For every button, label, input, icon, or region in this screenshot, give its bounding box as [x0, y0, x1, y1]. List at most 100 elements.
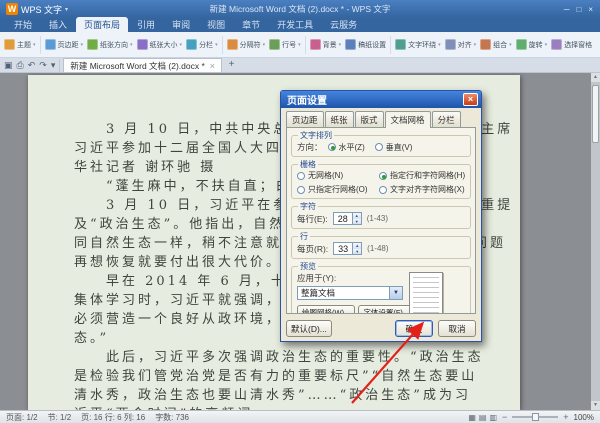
- minimize-icon[interactable]: ─: [564, 5, 570, 14]
- spin-down-icon[interactable]: ▼: [353, 219, 361, 225]
- ribbon-button-label: 主题: [17, 40, 31, 50]
- tab-开发工具[interactable]: 开发工具: [269, 17, 321, 32]
- chars-group: 字符 每行(E): 28 ▲ ▼ (1-43): [291, 206, 471, 229]
- font-settings-button[interactable]: 字体设置(F)...: [358, 305, 414, 314]
- apply-to-select[interactable]: 整篇文档 ▼: [297, 286, 403, 300]
- tab-页面布局[interactable]: 页面布局: [76, 17, 128, 32]
- dialog-tab-分栏[interactable]: 分栏: [432, 111, 461, 127]
- scrollbar-thumb[interactable]: [592, 85, 599, 143]
- chars-per-line-label: 每行(E):: [297, 213, 328, 225]
- dialog-titlebar[interactable]: 页面设置 ×: [281, 91, 481, 108]
- tab-视图[interactable]: 视图: [199, 17, 233, 32]
- radio-direction[interactable]: 垂直(V): [375, 142, 413, 153]
- ok-button[interactable]: 确定: [395, 320, 433, 337]
- zoom-slider-knob[interactable]: [532, 413, 539, 421]
- vertical-scrollbar[interactable]: ▲ ▼: [591, 73, 600, 410]
- ribbon-button-breaks[interactable]: 分隔符▾: [227, 39, 266, 50]
- chevron-down-icon: ▾: [545, 42, 548, 48]
- document-text-line: 清水秀，政治生态也要山清水秀”……“政治生态”成为习: [74, 386, 514, 405]
- apply-to-label: 应用于(Y):: [297, 272, 403, 284]
- radio-grid[interactable]: 文字对齐字符网格(X): [379, 184, 465, 195]
- tab-审阅[interactable]: 审阅: [164, 17, 198, 32]
- lines-per-page-value: 33: [334, 243, 352, 254]
- radio-label: 水平(Z): [339, 142, 365, 153]
- radio-grid[interactable]: 指定行和字符网格(H): [379, 170, 465, 181]
- maximize-icon[interactable]: □: [576, 5, 581, 14]
- ribbon-button-label: 背景: [323, 40, 337, 50]
- tab-开始[interactable]: 开始: [6, 17, 40, 32]
- ribbon-button-page-background[interactable]: 背景▾: [310, 39, 342, 50]
- statusbar-item: 字数: 736: [155, 412, 189, 423]
- margins-icon: [45, 39, 56, 50]
- dialog-buttons: 默认(D)... 确定 取消: [286, 320, 476, 337]
- orientation-icon: [87, 39, 98, 50]
- radio-label: 指定行和字符网格(H): [390, 170, 465, 181]
- ribbon-tab-strip: 开始插入页面布局引用审阅视图章节开发工具云服务: [0, 18, 600, 32]
- outline-view-icon[interactable]: ▤: [479, 413, 487, 422]
- statusbar-controls: ▦▤▥ − + 100%: [468, 413, 594, 422]
- ribbon-button-page-margins[interactable]: 页边距▾: [45, 39, 84, 50]
- close-icon[interactable]: ×: [588, 5, 593, 14]
- ribbon-button-paper-orientation[interactable]: 纸张方向▾: [87, 39, 133, 50]
- ribbon-button-label: 分隔符: [240, 40, 261, 50]
- document-tab[interactable]: 新建 Microsoft Word 文档 (2).docx * ×: [63, 58, 222, 72]
- ribbon-button-grid-paper-setup[interactable]: 稿纸设置: [345, 39, 386, 50]
- close-tab-icon[interactable]: ×: [210, 61, 215, 71]
- dialog-tab-文档网格[interactable]: 文档网格: [385, 111, 431, 128]
- redo-icon[interactable]: ↷: [39, 59, 47, 72]
- tab-章节[interactable]: 章节: [234, 17, 268, 32]
- tab-引用[interactable]: 引用: [129, 17, 163, 32]
- tab-云服务[interactable]: 云服务: [322, 17, 365, 32]
- cancel-button[interactable]: 取消: [438, 320, 476, 337]
- ribbon-button-selection-pane[interactable]: 选择窗格: [551, 39, 592, 50]
- ribbon-button-theme[interactable]: 主题▾: [4, 39, 36, 50]
- window-title: 新建 Microsoft Word 文档 (2).docx * - WPS 文字: [0, 3, 600, 15]
- lines-group: 行 每页(R): 33 ▲ ▼ (1-48): [291, 236, 471, 259]
- lines-per-page-label: 每页(R):: [297, 243, 328, 255]
- ribbon-button-line-numbers[interactable]: 行号▾: [269, 39, 301, 50]
- chevron-down-icon: ▾: [81, 42, 84, 48]
- spin-down-icon[interactable]: ▼: [353, 249, 361, 255]
- scroll-up-icon[interactable]: ▲: [591, 73, 600, 82]
- print-icon[interactable]: ⎙: [17, 59, 24, 72]
- document-text-line: 是检验我们管党治党是否有力的重要标尺”“自然生态要山: [74, 367, 514, 386]
- ribbon-button-paper-size[interactable]: 纸张大小▾: [137, 39, 183, 50]
- save-icon[interactable]: ▣: [4, 59, 13, 72]
- scroll-down-icon[interactable]: ▼: [591, 401, 600, 410]
- web-view-icon[interactable]: ▥: [489, 413, 497, 422]
- dialog-title: 页面设置: [287, 92, 327, 107]
- rotate-icon: [516, 39, 527, 50]
- zoom-slider[interactable]: [512, 416, 558, 418]
- chars-per-line-stepper[interactable]: 28 ▲ ▼: [333, 212, 362, 225]
- ribbon-button-text-wrapping[interactable]: 文字环绕▾: [395, 39, 441, 50]
- stepper-buttons: ▲ ▼: [352, 243, 361, 254]
- radio-icon: [297, 172, 305, 180]
- dialog-close-button[interactable]: ×: [463, 93, 478, 106]
- page-view-icon[interactable]: ▦: [468, 413, 476, 422]
- align-icon: [445, 39, 456, 50]
- ribbon-button-columns[interactable]: 分栏▾: [186, 39, 218, 50]
- text-flow-group-label: 文字排列: [298, 130, 334, 141]
- text-flow-group: 文字排列 方向： 水平(Z)垂直(V): [291, 135, 471, 157]
- chevron-down-icon[interactable]: ▾: [51, 59, 56, 72]
- ribbon-button-rotate[interactable]: 旋转▾: [516, 39, 548, 50]
- ribbon-button-label: 分栏: [199, 40, 213, 50]
- drawing-grid-button[interactable]: 绘图网格(W)...: [297, 305, 355, 314]
- radio-grid[interactable]: 无网格(N): [297, 170, 377, 181]
- radio-direction[interactable]: 水平(Z): [328, 142, 365, 153]
- zoom-in-button[interactable]: +: [563, 413, 568, 422]
- new-tab-button[interactable]: +: [225, 59, 238, 72]
- lines-per-page-stepper[interactable]: 33 ▲ ▼: [333, 242, 362, 255]
- dialog-tab-页边距[interactable]: 页边距: [286, 111, 324, 127]
- dialog-tab-版式[interactable]: 版式: [355, 111, 384, 127]
- undo-icon[interactable]: ↶: [28, 59, 36, 72]
- tab-插入[interactable]: 插入: [41, 17, 75, 32]
- wps-menu-button[interactable]: W WPS 文字 ▾: [0, 0, 74, 18]
- ribbon-button-align[interactable]: 对齐▾: [445, 39, 477, 50]
- dialog-tab-纸张[interactable]: 纸张: [325, 111, 354, 127]
- ribbon-button-group[interactable]: 组合▾: [480, 39, 512, 50]
- default-button[interactable]: 默认(D)...: [286, 320, 332, 337]
- radio-grid[interactable]: 只指定行网格(O): [297, 184, 377, 195]
- document-text-line: 此后，习近平多次强调政治生态的重要性。“政治生态: [74, 348, 514, 367]
- zoom-out-button[interactable]: −: [502, 413, 507, 422]
